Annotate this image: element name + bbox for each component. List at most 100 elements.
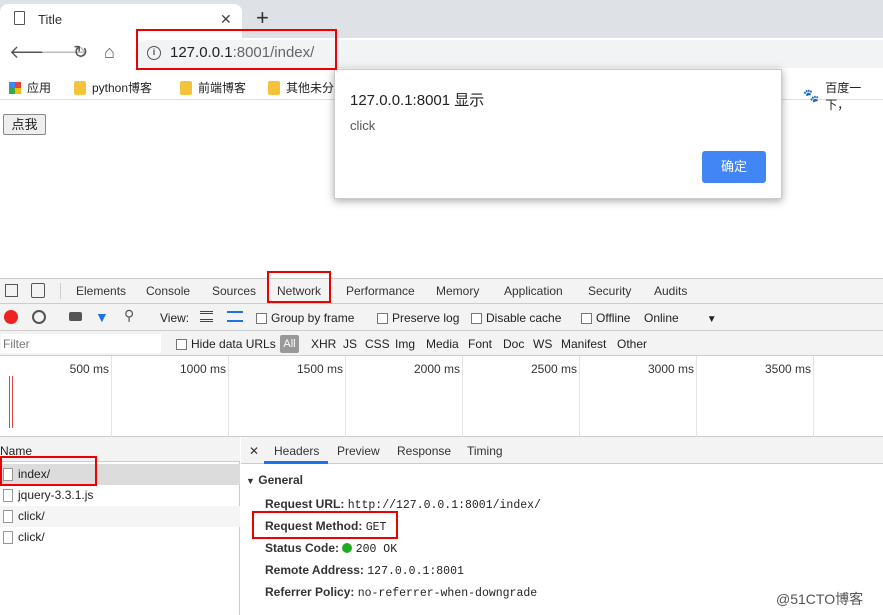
click-me-button[interactable]: 点我 [3,114,46,135]
dialog-title: 127.0.0.1:8001 显示 [350,92,485,109]
checkbox-box [581,313,592,325]
request-name: jquery-3.3.1.js [18,488,94,502]
devtools-tab-audits[interactable]: Audits [654,284,687,298]
request-row-index[interactable]: index/ [0,464,240,485]
bookmark-baidu[interactable]: 🐾 百度一下， [803,79,883,113]
request-row-click[interactable]: click/ [0,527,240,548]
bookmark-label: 百度一下， [825,81,862,112]
request-name: index/ [18,467,51,481]
throttle-select[interactable]: Online ▼ [644,311,717,325]
filter-type-ws[interactable]: WS [533,337,552,351]
filter-type-all[interactable]: All [280,335,299,353]
checkbox-box [471,313,482,325]
browser-tab[interactable] [0,4,242,38]
timeline-tick: 1500 ms [296,362,343,376]
large-rows-icon[interactable] [200,311,213,322]
preserve-log-checkbox[interactable]: Preserve log [377,311,459,325]
filter-type-manifest[interactable]: Manifest [561,337,606,351]
url-path: :8001/index/ [232,44,315,61]
timeline-tick: 500 ms [69,362,109,376]
inspect-icon[interactable] [5,284,18,297]
waterfall-icon[interactable] [227,311,243,322]
detail-tab-timing[interactable]: Timing [467,444,503,458]
header-row-referrer-policy: Referrer Policy: no-referrer-when-downgr… [265,585,537,600]
device-toolbar-icon[interactable] [31,283,45,298]
dialog-message: click [350,118,376,133]
disable-cache-checkbox[interactable]: Disable cache [471,311,561,325]
bookmark-python-blog[interactable]: python博客 [74,79,152,96]
header-key: Remote Address: [265,563,364,577]
header-row-remote-address: Remote Address: 127.0.0.1:8001 [265,563,464,578]
hide-data-urls-checkbox[interactable]: Hide data URLs [176,337,276,351]
chevron-down-icon: ▼ [706,314,717,325]
request-row-click[interactable]: click/ [0,506,240,527]
timeline-tick: 3500 ms [764,362,811,376]
devtools-tab-security[interactable]: Security [588,284,631,298]
record-icon[interactable] [4,310,18,324]
header-key: Request Method: [265,519,363,533]
header-value: 127.0.0.1:8001 [367,565,464,578]
filter-type-doc[interactable]: Doc [503,337,524,351]
filter-type-xhr[interactable]: XHR [311,337,336,351]
screenshot-camera-icon[interactable] [69,312,82,321]
document-icon [3,510,13,523]
dialog-ok-button[interactable]: 确定 [702,151,766,183]
grid-line [696,356,697,437]
name-column-header[interactable]: Name [0,437,240,462]
request-name: click/ [18,509,45,523]
url-text[interactable]: 127.0.0.1:8001/index/ [170,44,314,61]
close-detail-icon[interactable]: ✕ [249,444,259,458]
tab-close-icon[interactable]: ✕ [220,11,232,28]
devtools-tab-application[interactable]: Application [504,284,563,298]
filter-type-img[interactable]: Img [395,337,415,351]
section-title: General [258,473,303,487]
home-icon[interactable]: ⌂ [104,42,115,63]
offline-checkbox[interactable]: Offline [581,311,630,325]
devtools-tab-memory[interactable]: Memory [436,284,479,298]
filter-type-media[interactable]: Media [426,337,459,351]
bookmark-label: 应用 [27,81,52,95]
general-section-toggle[interactable]: ▼ General [246,473,303,487]
detail-tab-preview[interactable]: Preview [337,444,380,458]
active-tab-indicator [264,461,328,464]
grid-line [462,356,463,437]
filter-input[interactable] [1,334,161,353]
bookmark-other[interactable]: 其他未分 [268,79,334,96]
bookmark-label: 其他未分 [286,81,335,95]
bookmark-apps[interactable]: 应用 [9,79,51,96]
devtools-tab-console[interactable]: Console [146,284,190,298]
header-key: Request URL: [265,497,345,511]
devtools-tab-performance[interactable]: Performance [346,284,415,298]
info-icon[interactable]: i [147,46,161,60]
devtools-tab-sources[interactable]: Sources [212,284,256,298]
reload-icon[interactable]: ↻ [73,42,88,63]
bookmark-label: python博客 [92,81,153,95]
new-tab-button[interactable]: + [256,5,269,31]
clear-icon[interactable] [32,310,46,324]
bookmark-label: 前端博客 [198,81,247,95]
grid-line [813,356,814,437]
filter-type-css[interactable]: CSS [365,337,390,351]
header-key: Referrer Policy: [265,585,355,599]
triangle-down-icon: ▼ [246,476,255,486]
throttle-value: Online [644,311,679,325]
devtools-tab-network[interactable]: Network [277,284,321,298]
watermark: @51CTO博客 [776,591,864,607]
search-icon[interactable]: ⚲ [124,307,134,324]
load-event-marker [12,376,13,428]
filter-icon[interactable]: ▼ [95,309,109,325]
group-by-frame-checkbox[interactable]: Group by frame [256,311,354,325]
filter-type-other[interactable]: Other [617,337,647,351]
request-row-jquery[interactable]: jquery-3.3.1.js [0,485,240,506]
devtools-tab-elements[interactable]: Elements [76,284,126,298]
filter-type-font[interactable]: Font [468,337,492,351]
detail-tab-response[interactable]: Response [397,444,451,458]
timeline-tick: 1000 ms [179,362,226,376]
divider [60,283,61,299]
bookmark-frontend-blog[interactable]: 前端博客 [180,79,246,96]
detail-tab-headers[interactable]: Headers [274,444,319,458]
filter-type-js[interactable]: JS [343,337,357,351]
document-icon [14,11,25,25]
checkbox-label: Group by frame [271,311,355,325]
folder-icon [268,80,280,95]
